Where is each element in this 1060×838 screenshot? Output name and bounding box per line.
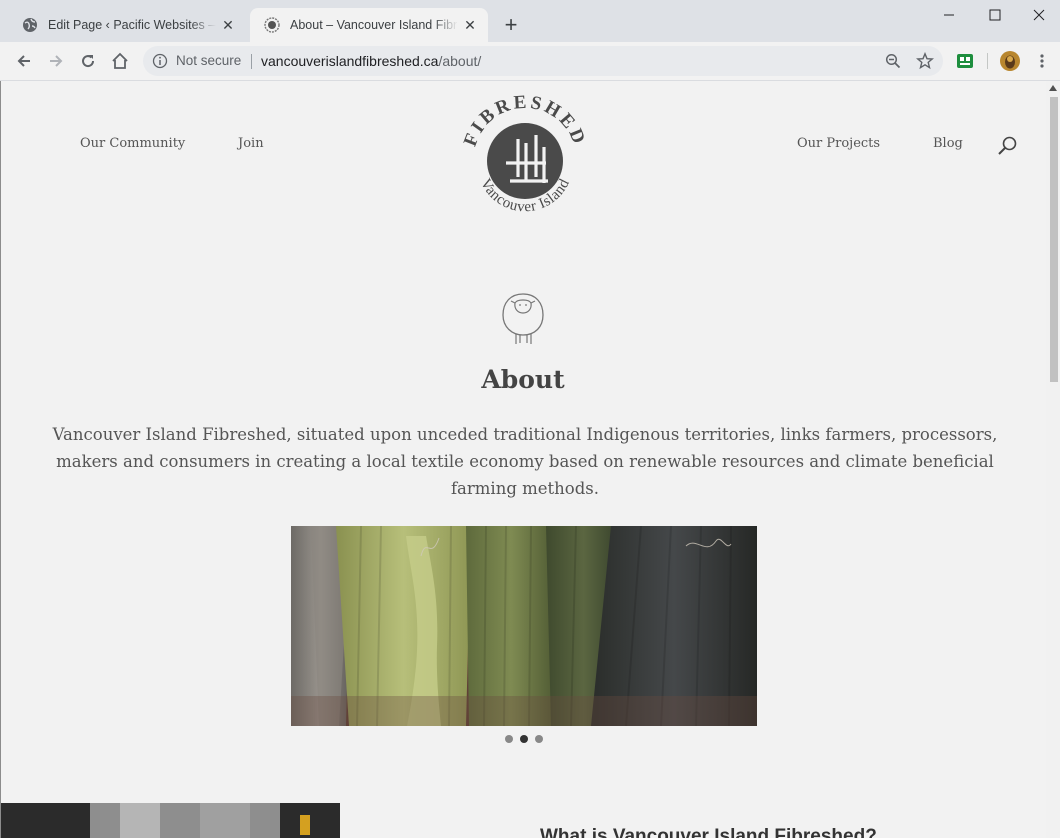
fibreshed-favicon-icon bbox=[264, 17, 280, 33]
nav-blog[interactable]: Blog bbox=[933, 136, 963, 151]
slider-dots bbox=[505, 735, 543, 743]
yarn-photo bbox=[291, 526, 757, 726]
arrow-left-icon bbox=[17, 55, 30, 67]
home-icon bbox=[112, 52, 128, 69]
section-heading: What is Vancouver Island Fibreshed? bbox=[540, 826, 877, 838]
zoom-out-icon[interactable] bbox=[885, 53, 901, 69]
url-host: vancouverislandfibreshed.ca bbox=[261, 53, 439, 69]
slider-dot-active[interactable] bbox=[520, 735, 528, 743]
maximize-button[interactable] bbox=[972, 0, 1018, 30]
security-label: Not secure bbox=[176, 53, 242, 68]
toolbar-divider bbox=[987, 53, 988, 69]
fibreshed-logo[interactable]: FIBRESHED Vancouver Island bbox=[460, 91, 590, 221]
tab-edit-page[interactable]: Edit Page ‹ Pacific Websites — WordPress… bbox=[8, 8, 246, 42]
web-page: Our Community Join Our Projects Blog FIB… bbox=[0, 81, 1046, 838]
url-text[interactable]: vancouverislandfibreshed.ca/about/ bbox=[261, 53, 481, 69]
intro-paragraph: Vancouver Island Fibreshed, situated upo… bbox=[52, 425, 998, 498]
reload-icon bbox=[82, 55, 95, 68]
globe-icon bbox=[23, 18, 37, 32]
slider-dot[interactable] bbox=[505, 735, 513, 743]
maximize-icon bbox=[989, 9, 1001, 21]
home-button[interactable] bbox=[108, 49, 132, 73]
close-window-button[interactable] bbox=[1016, 0, 1060, 30]
back-button[interactable] bbox=[12, 49, 36, 73]
url-path: /about/ bbox=[438, 53, 482, 69]
tab-title: About – Vancouver Island Fibreshed bbox=[290, 18, 458, 32]
arrow-right-icon bbox=[50, 55, 63, 67]
reload-button[interactable] bbox=[76, 49, 100, 73]
scroll-up-arrow-icon[interactable] bbox=[1049, 85, 1057, 91]
image-slider[interactable] bbox=[291, 526, 757, 726]
section-image bbox=[0, 803, 340, 838]
close-icon bbox=[1033, 9, 1045, 21]
close-tab-icon[interactable]: ✕ bbox=[216, 13, 240, 37]
nav-our-projects[interactable]: Our Projects bbox=[797, 136, 880, 151]
info-icon[interactable] bbox=[152, 53, 168, 69]
new-tab-button[interactable]: + bbox=[498, 12, 524, 38]
address-bar[interactable]: Not secure vancouverislandfibreshed.ca/a… bbox=[143, 46, 943, 76]
search-icon[interactable] bbox=[996, 135, 1018, 157]
machine-photo bbox=[0, 803, 340, 838]
more-menu-icon[interactable] bbox=[1034, 53, 1050, 69]
tab-title: Edit Page ‹ Pacific Websites — WordPress bbox=[48, 18, 216, 32]
nav-join[interactable]: Join bbox=[238, 136, 264, 151]
forward-button[interactable] bbox=[44, 49, 68, 73]
page-scrollbar[interactable] bbox=[1046, 81, 1060, 838]
tab-about[interactable]: About – Vancouver Island Fibreshed ✕ bbox=[250, 8, 488, 42]
nav-our-community[interactable]: Our Community bbox=[80, 136, 185, 151]
slider-dot[interactable] bbox=[535, 735, 543, 743]
star-icon[interactable] bbox=[916, 52, 934, 70]
tab-strip: Edit Page ‹ Pacific Websites — WordPress… bbox=[0, 0, 1060, 42]
scrollbar-thumb[interactable] bbox=[1050, 97, 1058, 382]
extension-icon[interactable] bbox=[956, 53, 974, 69]
minimize-icon bbox=[944, 14, 954, 16]
browser-toolbar: Not secure vancouverislandfibreshed.ca/a… bbox=[0, 42, 1060, 81]
window-edge bbox=[0, 81, 1, 838]
close-tab-icon[interactable]: ✕ bbox=[458, 13, 482, 37]
page-title: About bbox=[481, 365, 565, 394]
omnibox-divider bbox=[251, 54, 252, 69]
profile-avatar-icon[interactable] bbox=[1000, 51, 1020, 71]
sheep-icon bbox=[502, 293, 544, 344]
minimize-button[interactable] bbox=[926, 0, 972, 30]
